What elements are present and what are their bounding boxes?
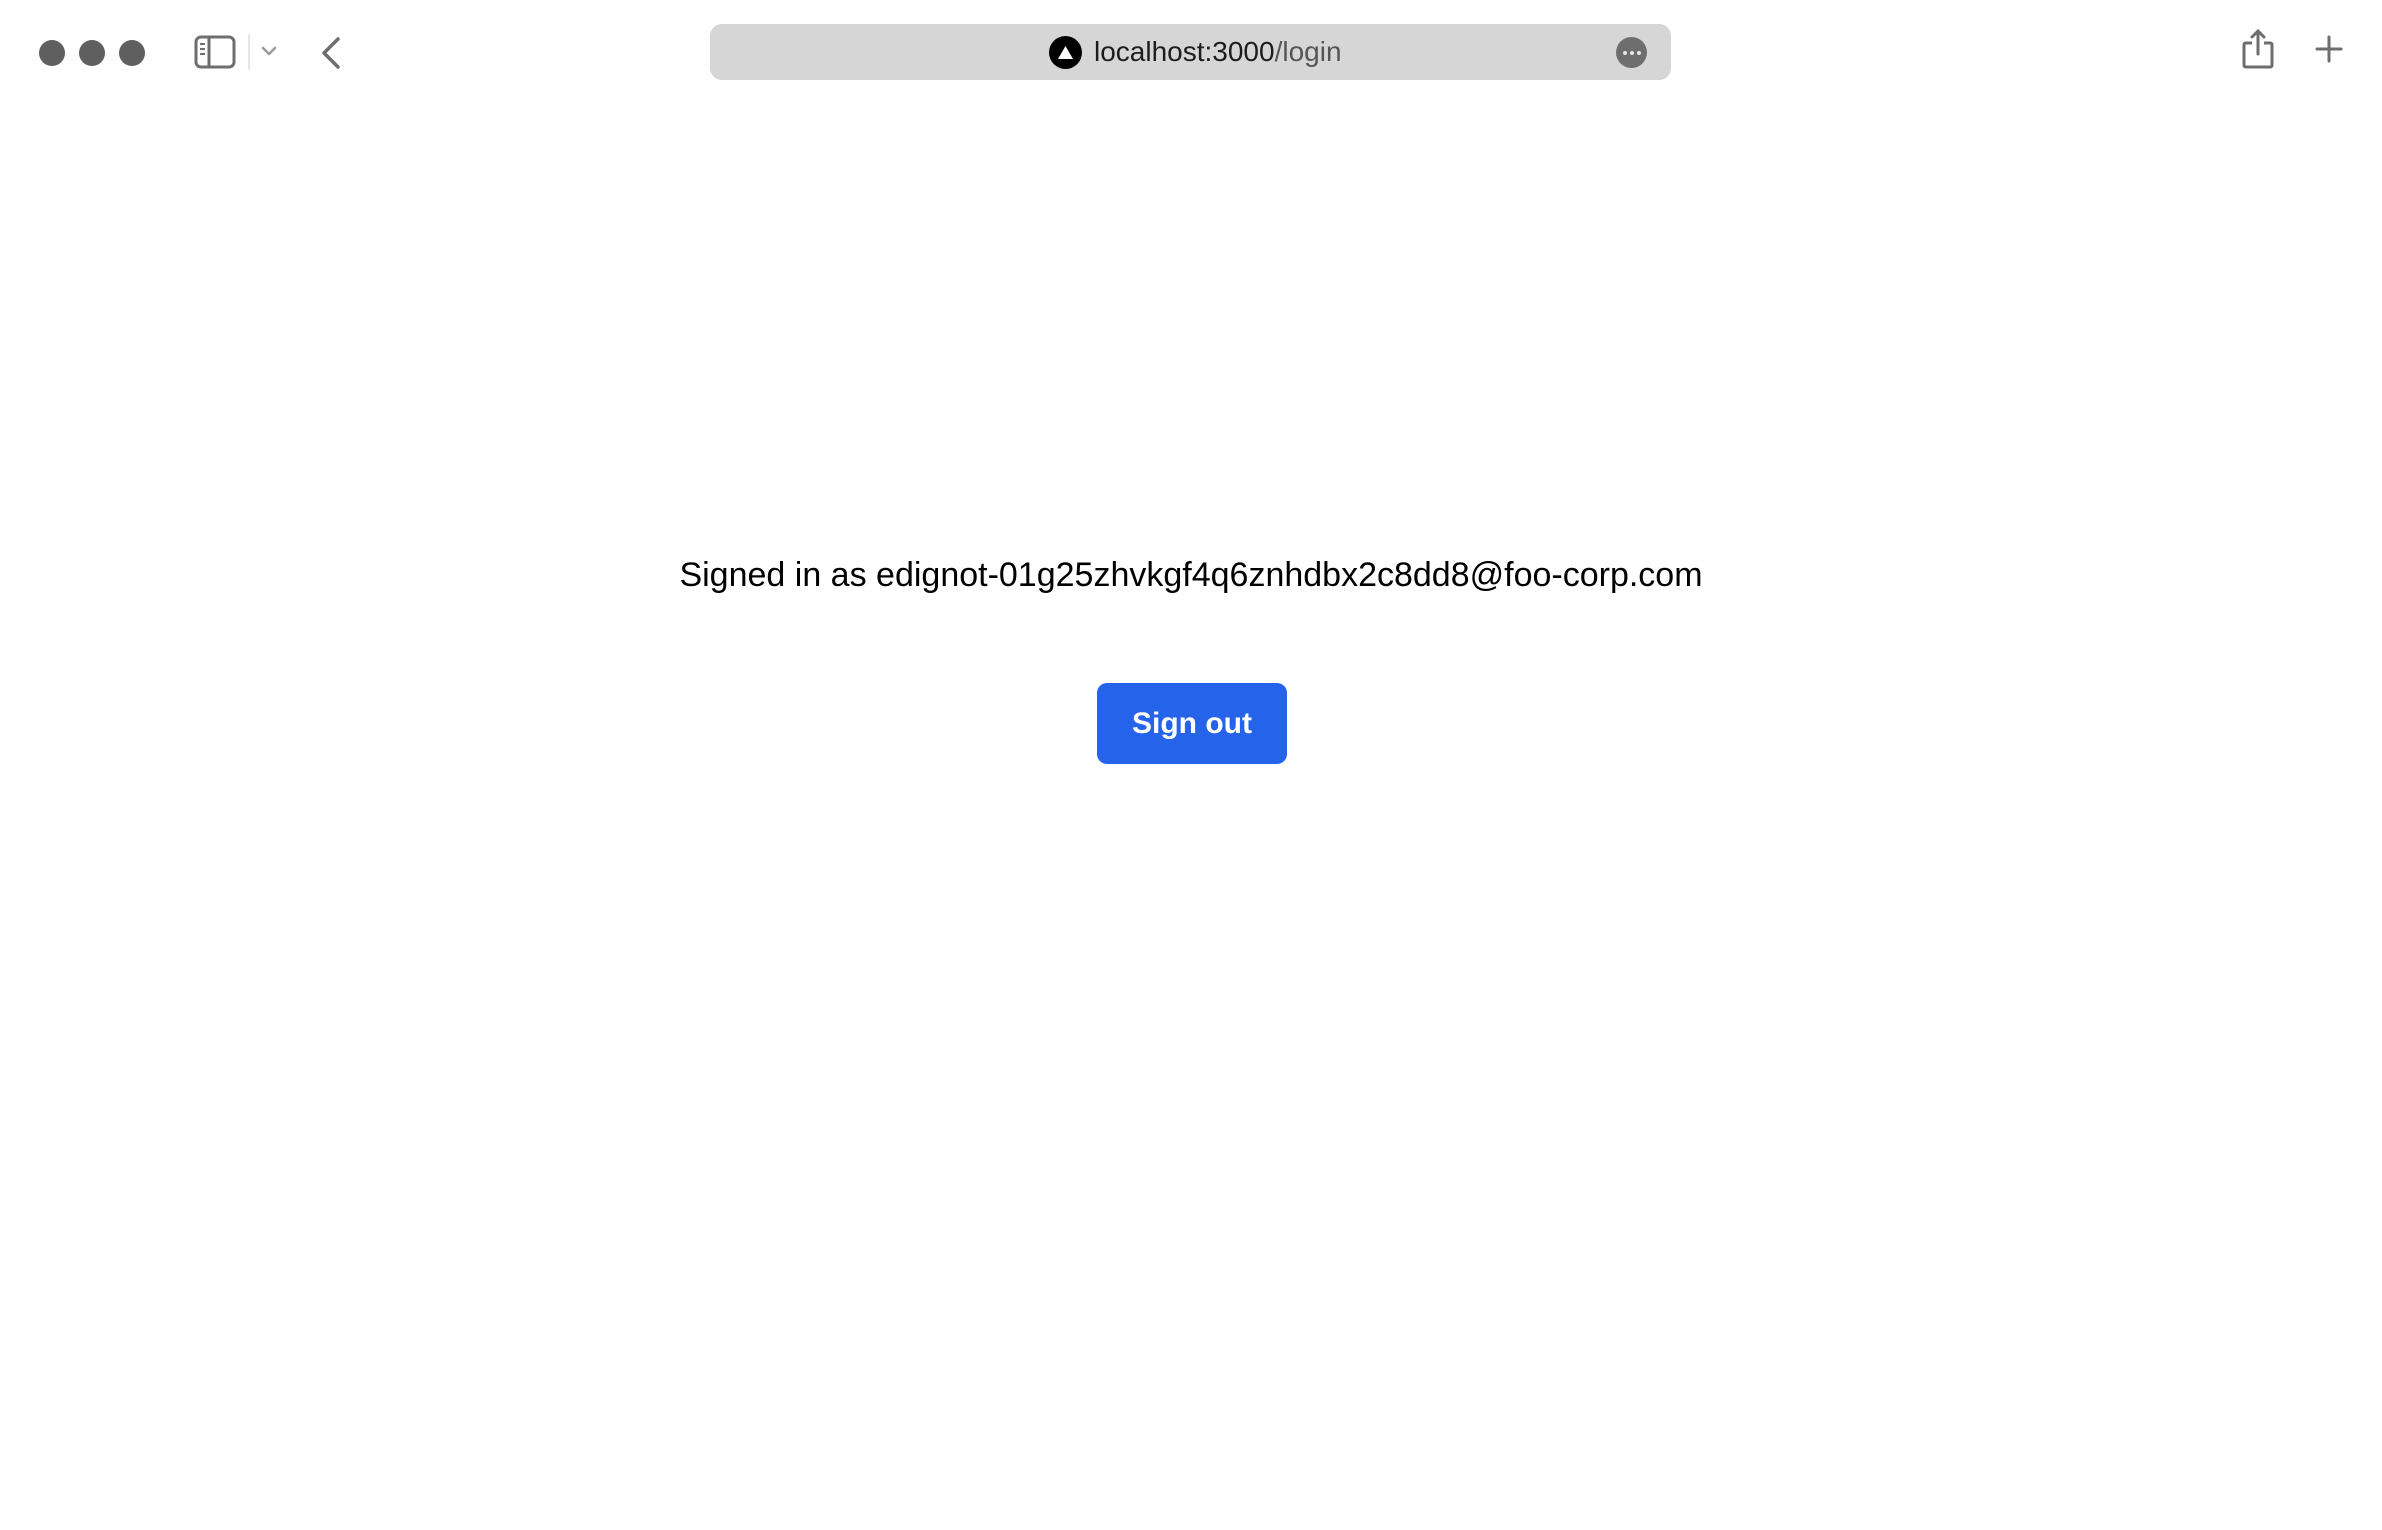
page-content: Signed in as edignot-01g25zhvkgf4q6znhdb… [0,104,2382,1530]
sign-out-button[interactable]: Sign out [1097,683,1287,764]
window-minimize-button[interactable] [79,40,105,66]
url-host: localhost:3000 [1094,36,1275,67]
address-bar[interactable]: localhost:3000/login [710,24,1671,80]
site-favicon [1049,36,1082,69]
window-close-button[interactable] [39,40,65,66]
signed-in-status: Signed in as edignot-01g25zhvkgf4q6znhdb… [679,556,1703,594]
browser-toolbar: localhost:3000/login [0,0,2382,104]
page-menu-button[interactable] [1616,37,1647,68]
triangle-logo-icon [1058,46,1073,59]
ellipsis-icon [1622,50,1627,55]
url-text[interactable]: localhost:3000/login [1094,34,1342,70]
toolbar-divider [248,34,250,70]
back-button[interactable] [316,34,346,72]
ellipsis-dot [1629,50,1634,55]
share-icon [2242,29,2274,69]
plus-icon [2315,35,2343,63]
chevron-down-icon [261,46,277,56]
share-button[interactable] [2240,28,2276,70]
chevron-left-icon [322,37,340,69]
tab-group-menu-button[interactable] [258,40,280,62]
new-tab-button[interactable] [2314,34,2344,64]
sidebar-icon [194,35,236,69]
sidebar-toggle-button[interactable] [194,34,236,70]
url-path: /login [1274,36,1342,67]
window-maximize-button[interactable] [119,40,145,66]
ellipsis-dot [1636,50,1641,55]
